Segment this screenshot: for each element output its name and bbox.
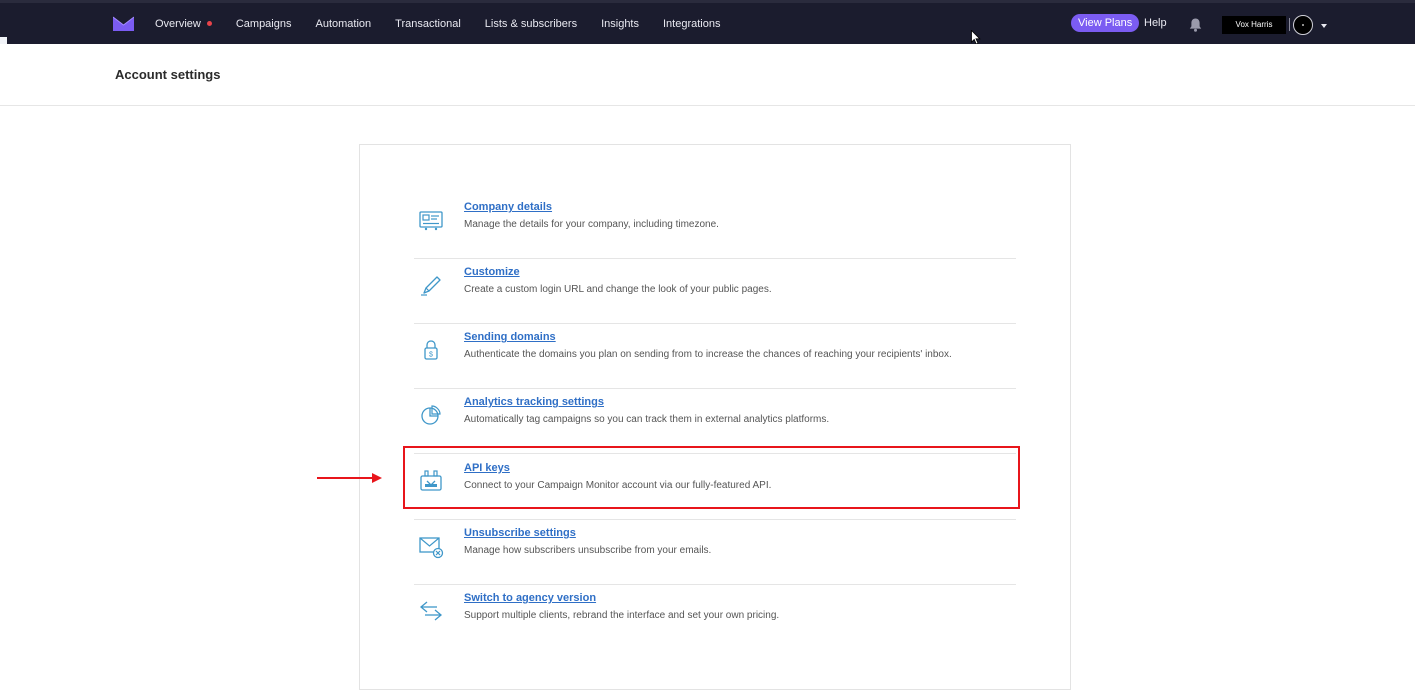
- page-header: Account settings: [0, 44, 1415, 106]
- chevron-down-icon[interactable]: [1321, 24, 1327, 28]
- nav-item-automation[interactable]: Automation: [315, 18, 371, 30]
- setting-description: Manage how subscribers unsubscribe from …: [464, 545, 712, 556]
- nav-item-campaigns[interactable]: Campaigns: [236, 18, 292, 30]
- account-divider: [1289, 18, 1290, 31]
- view-plans-button[interactable]: View Plans: [1071, 14, 1140, 32]
- nav-item-label: Campaigns: [235, 17, 292, 30]
- unsubscribe-settings-link[interactable]: Unsubscribe settings: [464, 527, 576, 539]
- setting-description: Authenticate the domains you plan on sen…: [464, 349, 952, 360]
- nav-item-lists-subscribers[interactable]: Lists & subscribers: [485, 18, 577, 30]
- nav-item-transactional[interactable]: Transactional: [395, 18, 461, 30]
- campaign-monitor-logo-icon[interactable]: [113, 16, 134, 32]
- customize-link[interactable]: Customize: [464, 266, 520, 278]
- account-name[interactable]: Vox Harris: [1222, 16, 1286, 34]
- nav-item-integrations[interactable]: Integrations: [663, 18, 720, 30]
- setting-description: Support multiple clients, rebrand the in…: [464, 610, 780, 621]
- arrow-right-icon: [317, 473, 382, 483]
- nav-item-insights[interactable]: Insights: [601, 18, 639, 30]
- top-nav-bar: Overview Campaigns Automation Transactio…: [0, 0, 1415, 44]
- main-nav: Overview Campaigns Automation Transactio…: [155, 3, 744, 44]
- lock-icon: $: [424, 340, 438, 360]
- nav-item-label: Integrations: [663, 17, 721, 30]
- id-card-icon: [419, 211, 443, 231]
- svg-text:$: $: [429, 352, 433, 359]
- notification-dot: [206, 21, 212, 26]
- bell-icon[interactable]: [1189, 18, 1202, 32]
- setting-company-details: Company details Manage the details for y…: [414, 194, 1016, 259]
- setting-agency-version: Switch to agency version Support multipl…: [414, 585, 1016, 650]
- avatar[interactable]: [1293, 15, 1313, 35]
- company-details-link[interactable]: Company details: [464, 201, 552, 213]
- nav-item-label: Transactional: [395, 17, 461, 30]
- help-link[interactable]: Help: [1144, 17, 1167, 29]
- analytics-tracking-link[interactable]: Analytics tracking settings: [464, 396, 604, 408]
- sending-domains-link[interactable]: Sending domains: [464, 331, 556, 343]
- setting-description: Create a custom login URL and change the…: [464, 284, 772, 295]
- page: Overview Campaigns Automation Transactio…: [0, 0, 1415, 699]
- pen-icon: [421, 276, 441, 296]
- setting-sending-domains: $ Sending domains Authenticate the domai…: [414, 324, 1016, 389]
- agency-version-link[interactable]: Switch to agency version: [464, 592, 596, 604]
- nav-item-label: Overview: [155, 17, 201, 30]
- nav-item-label: Automation: [315, 17, 372, 30]
- highlight-annotation-box: [403, 446, 1020, 509]
- mouse-cursor-icon: [971, 30, 981, 45]
- setting-analytics-tracking: Analytics tracking settings Automaticall…: [414, 389, 1016, 454]
- nav-item-label: Insights: [601, 17, 639, 30]
- setting-description: Automatically tag campaigns so you can t…: [464, 414, 830, 425]
- setting-unsubscribe: Unsubscribe settings Manage how subscrib…: [414, 520, 1016, 585]
- swap-arrows-icon: [419, 601, 443, 621]
- nav-item-label: Lists & subscribers: [484, 17, 578, 30]
- pie-chart-icon: [421, 405, 441, 425]
- page-title: Account settings: [115, 67, 221, 82]
- envelope-x-icon: [419, 537, 444, 559]
- nav-item-overview[interactable]: Overview: [155, 18, 212, 30]
- setting-description: Manage the details for your company, inc…: [464, 219, 719, 230]
- setting-customize: Customize Create a custom login URL and …: [414, 259, 1016, 324]
